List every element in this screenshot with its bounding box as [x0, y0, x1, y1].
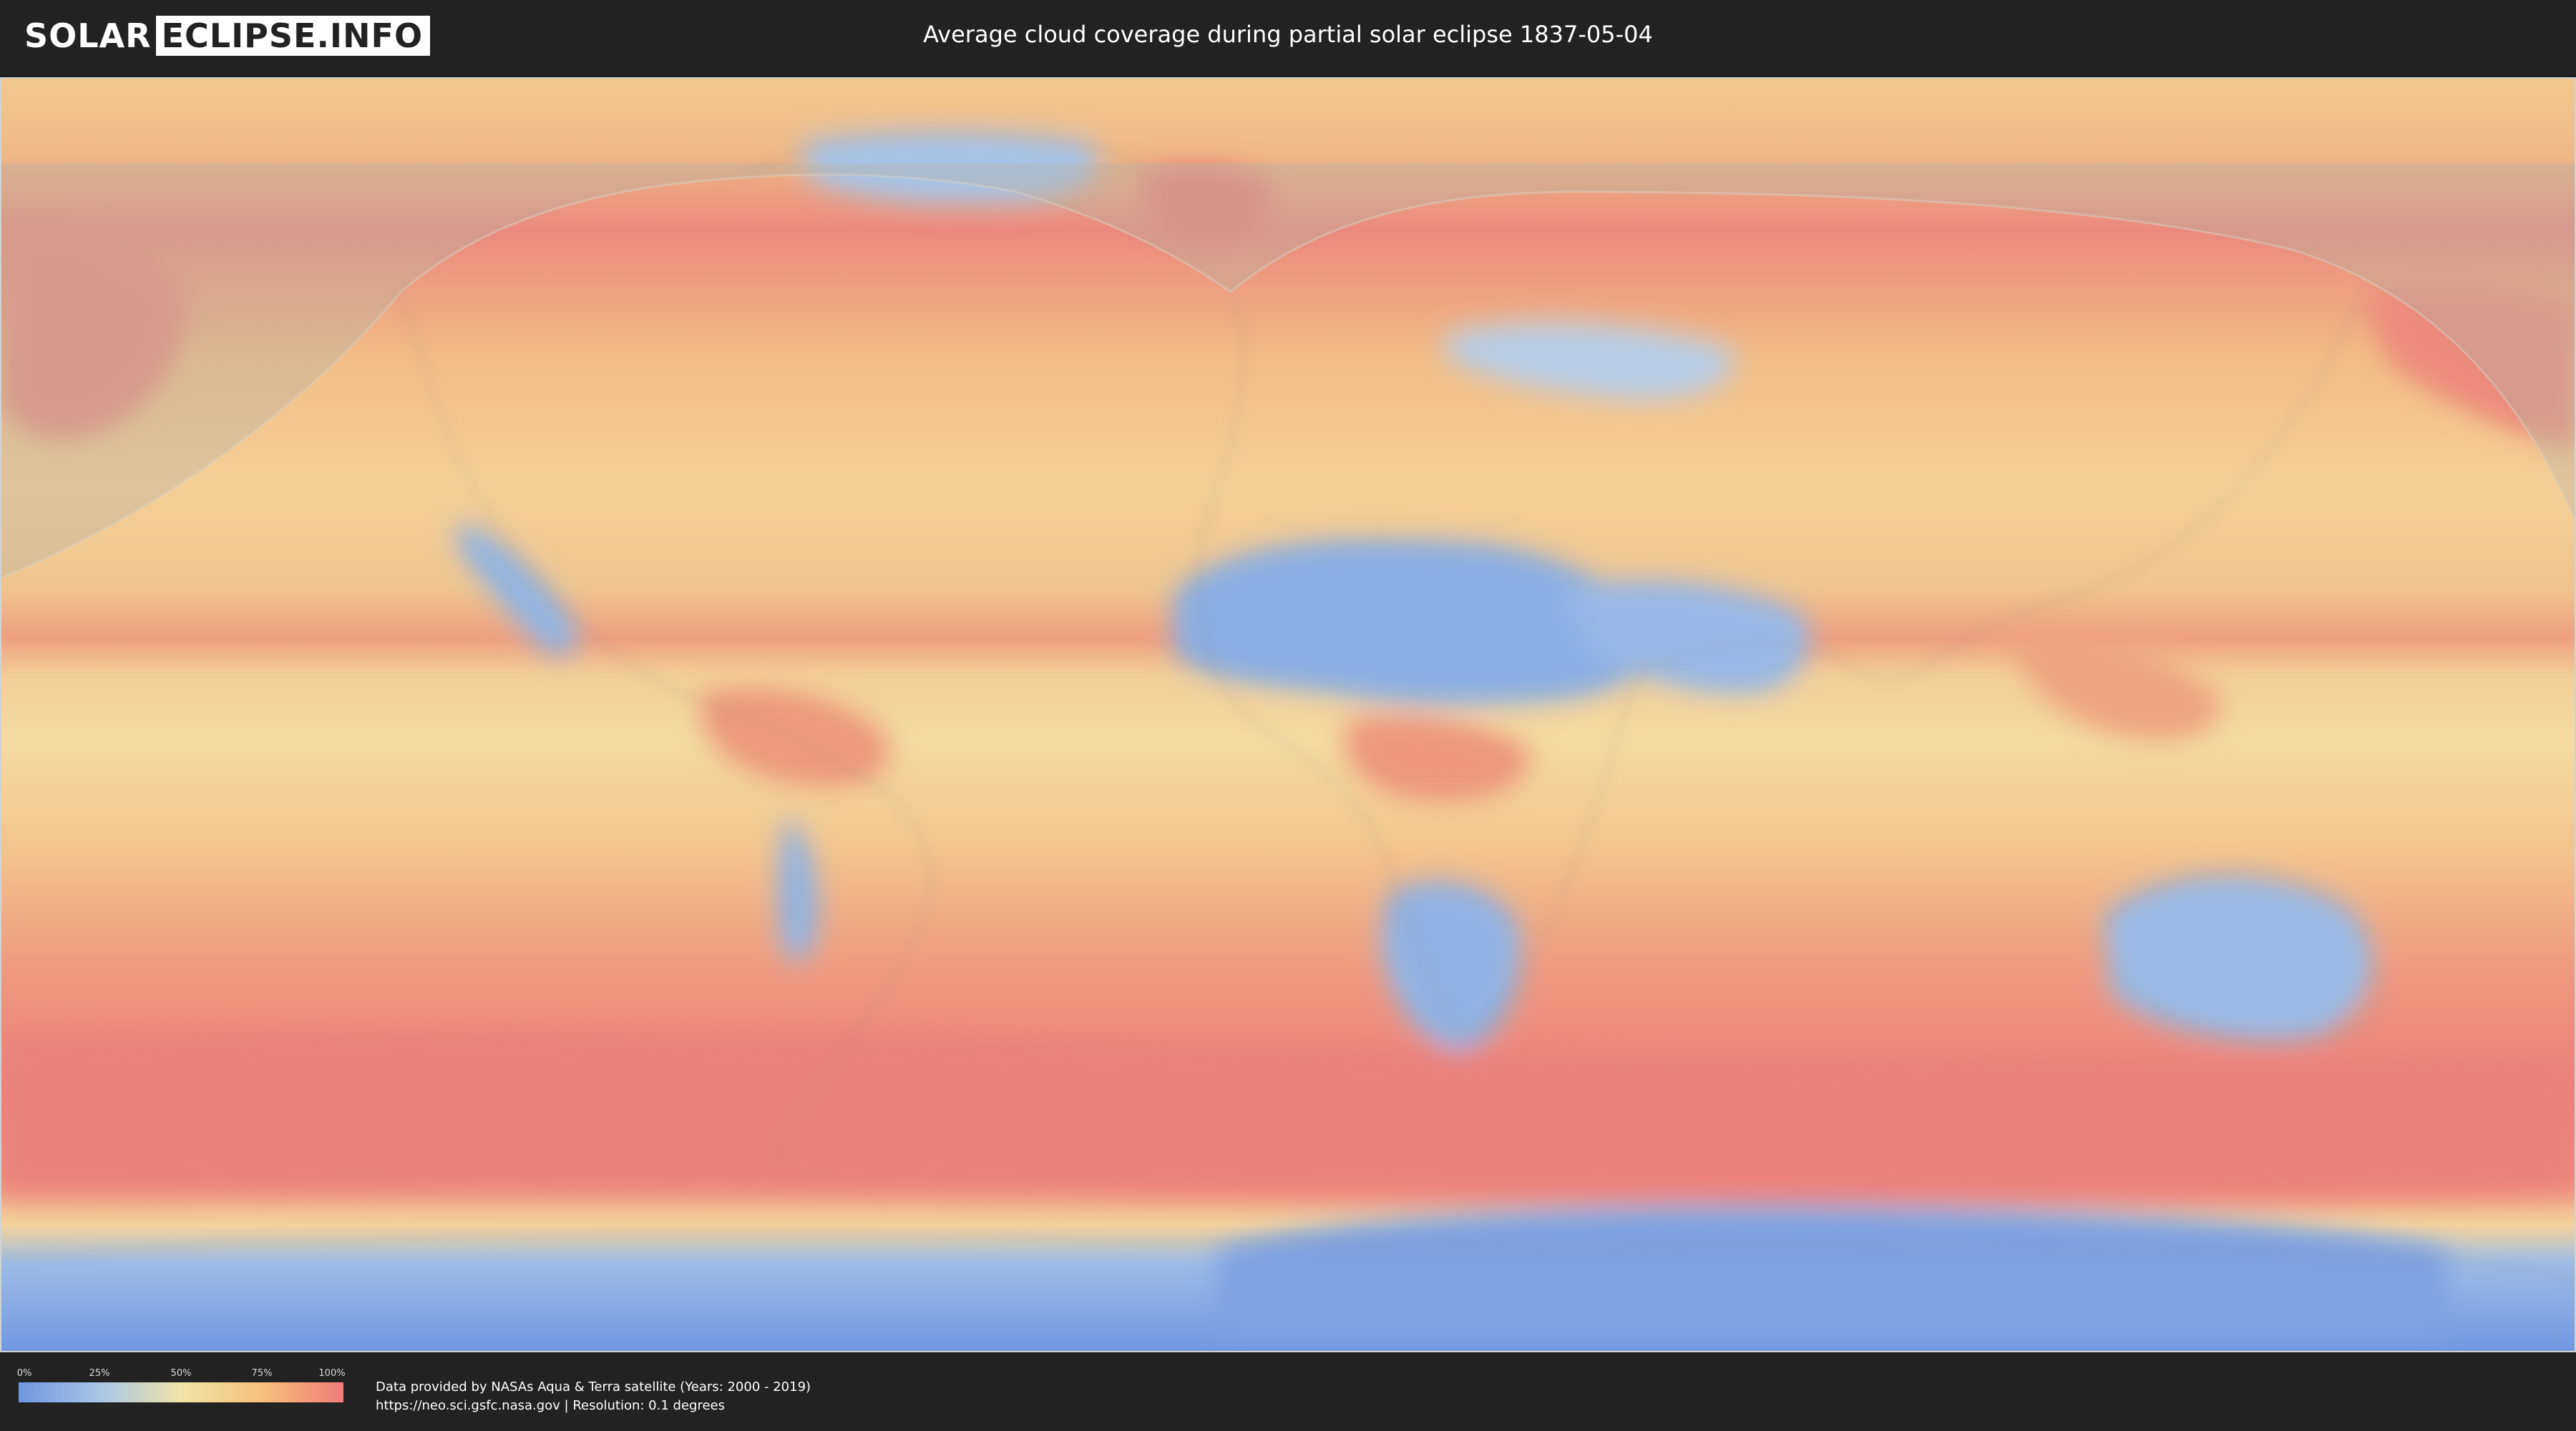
page-title: Average cloud coverage during partial so…	[923, 21, 1653, 48]
header-bar: SOLAR ECLIPSE.INFO Average cloud coverag…	[0, 0, 2576, 72]
page: SOLAR ECLIPSE.INFO Average cloud coverag…	[0, 0, 2576, 1431]
legend-tick-0: 0%	[16, 1368, 32, 1379]
credits-line-1: Data provided by NASAs Aqua & Terra sate…	[376, 1379, 811, 1395]
legend-tick-100: 100%	[318, 1368, 346, 1379]
legend-gradient-bar	[19, 1382, 343, 1402]
credits-line-2: https://neo.sci.gsfc.nasa.gov | Resoluti…	[376, 1398, 725, 1413]
footer-bar: 0% 25% 50% 75% 100% Data provided by NAS…	[0, 1354, 2576, 1431]
cloud-coverage-legend: 0% 25% 50% 75% 100%	[16, 1368, 346, 1402]
legend-tick-50: 50%	[170, 1368, 192, 1379]
legend-ticks: 0% 25% 50% 75% 100%	[16, 1368, 346, 1382]
world-map-svg	[0, 77, 2576, 1352]
legend-tick-25: 25%	[89, 1368, 110, 1379]
legend-tick-75: 75%	[251, 1368, 273, 1379]
data-credits: Data provided by NASAs Aqua & Terra sate…	[376, 1378, 811, 1415]
cloud-coverage-map[interactable]	[0, 77, 2576, 1352]
